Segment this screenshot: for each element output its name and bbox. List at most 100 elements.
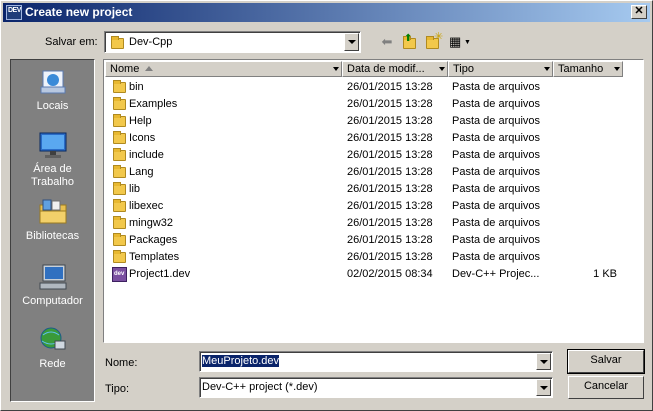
place-label: Bibliotecas	[25, 230, 80, 242]
chevron-down-icon[interactable]	[614, 67, 620, 71]
devcpp-app-icon: DEV	[6, 5, 22, 20]
file-date: 26/01/2015 13:28	[347, 149, 433, 161]
file-name: Lang	[129, 166, 154, 178]
list-item[interactable]: lib 26/01/2015 13:28 Pasta de arquivos	[105, 181, 642, 198]
save-in-value: Dev-Cpp	[129, 36, 173, 48]
column-name-label: Nome	[110, 63, 140, 75]
column-date-label: Data de modif...	[347, 63, 425, 75]
up-folder-icon[interactable]: ⬆	[398, 32, 420, 52]
place-label: Locais	[36, 100, 69, 112]
column-header-date[interactable]: Data de modif...	[342, 61, 448, 77]
file-type: Pasta de arquivos	[452, 183, 541, 195]
new-folder-icon[interactable]: ✳	[422, 31, 444, 52]
close-icon: ✕	[634, 5, 644, 17]
list-item[interactable]: Help 26/01/2015 13:28 Pasta de arquivos	[105, 113, 642, 130]
place-computer[interactable]: Computador	[11, 262, 94, 308]
column-size-label: Tamanho	[558, 63, 604, 75]
file-list[interactable]: Nome Data de modif... Tipo Tamanho bin 26…	[103, 59, 644, 343]
file-type: Pasta de arquivos	[452, 166, 541, 178]
folder-icon	[113, 97, 126, 110]
place-desktop[interactable]: Área de Trabalho	[11, 130, 94, 189]
list-item[interactable]: libexec 26/01/2015 13:28 Pasta de arquivos	[105, 198, 642, 215]
file-date: 26/01/2015 13:28	[347, 200, 433, 212]
list-item[interactable]: Examples 26/01/2015 13:28 Pasta de arquivo…	[105, 96, 642, 113]
file-date: 26/01/2015 13:28	[347, 217, 433, 229]
list-item[interactable]: bin 26/01/2015 13:28 Pasta de arquivos	[105, 79, 642, 96]
file-name: Icons	[129, 132, 156, 144]
chevron-down-icon[interactable]	[536, 353, 551, 370]
list-item[interactable]: Templates 26/01/2015 13:28 Pasta de arquiv…	[105, 249, 642, 266]
chevron-down-icon[interactable]	[344, 33, 359, 51]
folder-icon	[113, 114, 126, 127]
file-date: 26/01/2015 13:28	[347, 98, 433, 110]
desktop-icon	[37, 130, 69, 160]
save-in-dropdown[interactable]: Dev-Cpp	[104, 31, 361, 53]
chevron-down-icon[interactable]	[544, 67, 550, 71]
computer-icon	[37, 262, 69, 292]
list-item[interactable]: Icons 26/01/2015 13:28 Pasta de arquivos	[105, 130, 642, 147]
file-name: include	[129, 149, 164, 161]
views-menu-icon[interactable]: ▦ ▼	[447, 32, 471, 52]
back-arrow-icon[interactable]: ⬅	[376, 32, 398, 52]
list-item[interactable]: mingw32 26/01/2015 13:28 Pasta de arquivos	[105, 215, 642, 232]
network-icon	[37, 325, 69, 355]
chevron-down-icon[interactable]	[333, 67, 339, 71]
folder-icon	[113, 233, 126, 246]
close-button[interactable]: ✕	[631, 5, 647, 19]
file-date: 26/01/2015 13:28	[347, 234, 433, 246]
place-recent[interactable]: Locais	[11, 67, 94, 113]
file-name-label: Nome:	[105, 357, 138, 369]
list-item[interactable]: include 26/01/2015 13:28 Pasta de arquivos	[105, 147, 642, 164]
column-type-label: Tipo	[453, 63, 474, 75]
cancel-button[interactable]: Cancelar	[568, 376, 644, 399]
folder-icon	[113, 250, 126, 263]
file-name: libexec	[129, 200, 164, 212]
libraries-icon	[37, 197, 69, 227]
folder-icon	[113, 182, 126, 195]
file-type: Pasta de arquivos	[452, 251, 541, 263]
recent-places-icon	[37, 67, 69, 97]
sort-ascending-icon	[145, 66, 153, 71]
file-date: 02/02/2015 08:34	[347, 268, 433, 280]
file-type: Pasta de arquivos	[452, 115, 541, 127]
title-bar[interactable]: DEV Create new project ✕	[3, 3, 650, 22]
folder-icon	[113, 80, 126, 93]
file-name-input[interactable]: MeuProjeto.dev	[199, 351, 553, 372]
file-date: 26/01/2015 13:28	[347, 115, 433, 127]
window-title: Create new project	[25, 5, 133, 19]
file-name: bin	[129, 81, 144, 93]
place-network[interactable]: Rede	[11, 325, 94, 371]
file-type: Pasta de arquivos	[452, 98, 541, 110]
file-date: 26/01/2015 13:28	[347, 251, 433, 263]
file-date: 26/01/2015 13:28	[347, 166, 433, 178]
places-bar: Locais Área de Trabalho Bibliotecas Comp…	[10, 59, 95, 402]
file-name: Help	[129, 115, 152, 127]
save-dialog-window: DEV Create new project ✕ Salvar em: Dev-…	[0, 0, 653, 411]
column-header-name[interactable]: Nome	[105, 61, 342, 77]
place-label: Computador	[22, 295, 83, 307]
file-size: 1 KB	[593, 268, 617, 280]
chevron-down-icon[interactable]	[536, 379, 551, 396]
folder-icon	[113, 131, 126, 144]
column-header-size[interactable]: Tamanho	[553, 61, 623, 77]
file-name: Templates	[129, 251, 180, 263]
save-button[interactable]: Salvar	[567, 349, 645, 374]
file-type-label: Tipo:	[105, 383, 130, 395]
file-date: 26/01/2015 13:28	[347, 183, 433, 195]
file-name: Project1.dev	[129, 268, 191, 280]
chevron-down-icon[interactable]	[439, 67, 445, 71]
file-type-dropdown[interactable]: Dev-C++ project (*.dev)	[199, 377, 553, 398]
file-name: lib	[129, 183, 141, 195]
folder-icon	[113, 216, 126, 229]
file-name: Packages	[129, 234, 178, 246]
file-type-value: Dev-C++ project (*.dev)	[202, 381, 318, 393]
list-item[interactable]: Lang 26/01/2015 13:28 Pasta de arquivos	[105, 164, 642, 181]
column-header-type[interactable]: Tipo	[448, 61, 553, 77]
file-type: Pasta de arquivos	[452, 200, 541, 212]
file-date: 26/01/2015 13:28	[347, 132, 433, 144]
place-libraries[interactable]: Bibliotecas	[11, 197, 94, 243]
file-type: Pasta de arquivos	[452, 234, 541, 246]
list-item[interactable]: Project1.dev 02/02/2015 08:34 Dev-C++ Proj…	[105, 266, 642, 283]
place-label: Rede	[39, 358, 66, 370]
list-item[interactable]: Packages 26/01/2015 13:28 Pasta de arquivo…	[105, 232, 642, 249]
